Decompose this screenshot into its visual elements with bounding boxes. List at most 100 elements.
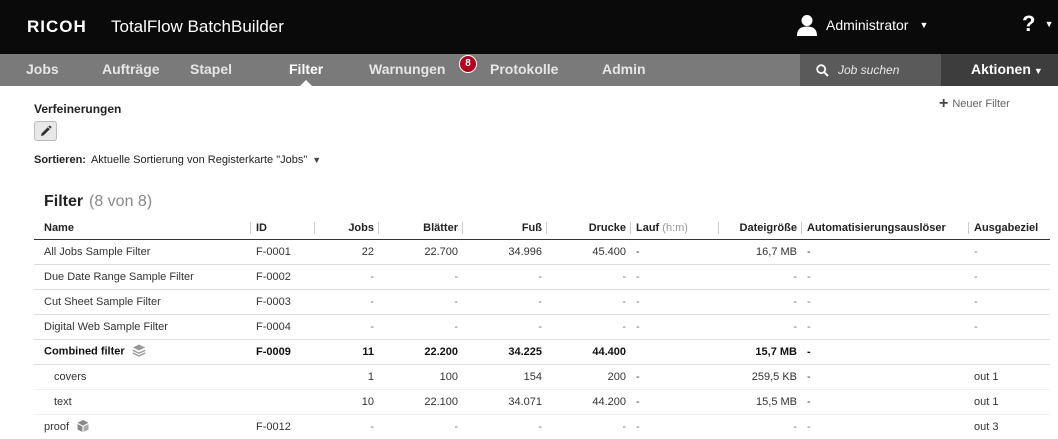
tab-label: Admin (602, 61, 646, 77)
cell-name: covers (34, 364, 251, 390)
cell-output: out 3 (969, 414, 1050, 439)
edit-refinements-button[interactable] (34, 121, 57, 141)
layers-icon (132, 344, 146, 357)
table-row[interactable]: proof F-0012 - - - - - - - out 3 (34, 414, 1050, 439)
cell-name: All Jobs Sample Filter (34, 239, 251, 265)
cell-prints: 45.400 (547, 239, 631, 265)
cell-id: F-0009 (251, 339, 315, 365)
cell-output: out 1 (969, 364, 1050, 390)
column-header-trigger[interactable]: Automatisierungsauslöser (802, 218, 969, 240)
table-row-combined[interactable]: Combined filter F-0009 11 22.200 34.225 … (34, 339, 1050, 365)
column-header-jobs[interactable]: Jobs (315, 218, 379, 240)
tab-protokolle[interactable]: Protokolle (490, 54, 558, 86)
cell-jobs: - (315, 264, 379, 290)
user-name: Administrator (826, 17, 909, 33)
cell-sheets: 22.700 (379, 239, 463, 265)
cell-id: F-0003 (251, 289, 315, 315)
cell-output: - (969, 314, 1050, 340)
search-icon[interactable] (816, 63, 829, 77)
package-icon (77, 419, 89, 432)
combined-filter-name: Combined filter (44, 345, 125, 358)
column-header-prints[interactable]: Drucke (547, 218, 631, 240)
tab-auftraege[interactable]: Aufträge (102, 54, 160, 86)
table-header-row: Name ID Jobs Blätter Fuß Drucke Lauf (h:… (34, 218, 1050, 240)
cell-trigger: - (802, 289, 969, 315)
cell-prints: 200 (547, 364, 631, 390)
cell-run (631, 339, 719, 365)
cell-id: F-0002 (251, 264, 315, 290)
help-icon: ? (1022, 11, 1036, 36)
cell-name: Due Date Range Sample Filter (34, 264, 251, 290)
cell-trigger: - (802, 264, 969, 290)
table-row-child[interactable]: covers 1 100 154 200 - 259,5 KB - out 1 (34, 364, 1050, 390)
cell-id: F-0012 (251, 414, 315, 439)
cell-sheets: 22.200 (379, 339, 463, 365)
cell-feet: 34.996 (463, 239, 547, 265)
cell-prints: 44.400 (547, 339, 631, 365)
cell-name: text (34, 389, 251, 415)
chevron-down-icon: ▼ (1033, 66, 1043, 76)
filter-count: (8 von 8) (89, 193, 153, 210)
cell-output: - (969, 289, 1050, 315)
column-header-size[interactable]: Dateigröße (719, 218, 802, 240)
new-filter-label: Neuer Filter (952, 98, 1010, 110)
cell-size: 259,5 KB (719, 364, 802, 390)
new-filter-button[interactable]: + Neuer Filter (939, 95, 1010, 112)
cell-jobs: 11 (315, 339, 379, 365)
cell-jobs: - (315, 314, 379, 340)
cell-size: 16,7 MB (719, 239, 802, 265)
plus-icon: + (939, 95, 949, 112)
run-unit: (h:m) (662, 222, 688, 235)
column-header-id[interactable]: ID (251, 218, 315, 240)
cell-size: - (719, 264, 802, 290)
job-search-input[interactable] (838, 63, 938, 77)
cell-trigger: - (802, 314, 969, 340)
cell-size: 15,5 MB (719, 389, 802, 415)
tab-label: Filter (289, 61, 324, 77)
cell-run: - (631, 314, 719, 340)
table-row[interactable]: Due Date Range Sample Filter F-0002 - - … (34, 264, 1050, 290)
table-row[interactable]: Cut Sheet Sample Filter F-0003 - - - - -… (34, 289, 1050, 315)
cell-prints: - (547, 289, 631, 315)
column-header-name[interactable]: Name (34, 218, 251, 240)
sort-value[interactable]: Aktuelle Sortierung von Registerkarte "J… (91, 154, 307, 166)
top-bar: RICOH TotalFlow BatchBuilder Administrat… (0, 0, 1058, 54)
column-header-output[interactable]: Ausgabeziel (969, 218, 1050, 240)
tab-label: Aufträge (102, 61, 160, 77)
user-icon (797, 15, 817, 36)
job-search (800, 54, 941, 86)
proof-filter-name: proof (44, 420, 70, 433)
user-menu[interactable]: Administrator ▼ (796, 14, 928, 36)
cell-trigger: - (802, 364, 969, 390)
column-header-sheets[interactable]: Blätter (379, 218, 463, 240)
cell-id: F-0001 (251, 239, 315, 265)
table-row-child[interactable]: text 10 22.100 34.071 44.200 - 15,5 MB -… (34, 389, 1050, 415)
cell-output: out 1 (969, 389, 1050, 415)
tab-warnungen[interactable]: Warnungen 8 (369, 54, 477, 86)
table-row[interactable]: Digital Web Sample Filter F-0004 - - - -… (34, 314, 1050, 340)
cell-trigger: - (802, 414, 969, 439)
cell-name: Combined filter (34, 339, 251, 365)
chevron-down-icon: ▼ (1044, 19, 1054, 29)
tab-admin[interactable]: Admin (602, 54, 646, 86)
tab-label: Stapel (190, 61, 233, 77)
cell-feet: - (463, 289, 547, 315)
chevron-down-icon[interactable]: ▼ (312, 155, 321, 165)
cell-output: - (969, 264, 1050, 290)
cell-sheets: - (379, 289, 463, 315)
cell-feet: 34.071 (463, 389, 547, 415)
cell-output (969, 339, 1050, 365)
tab-label: Warnungen (369, 61, 446, 77)
tab-jobs[interactable]: Jobs (26, 54, 59, 86)
tab-stapel[interactable]: Stapel (190, 54, 232, 86)
column-header-run[interactable]: Lauf (h:m) (631, 218, 719, 240)
cell-feet: - (463, 264, 547, 290)
column-header-feet[interactable]: Fuß (463, 218, 547, 240)
warning-count-badge: 8 (459, 55, 477, 73)
cell-size: - (719, 289, 802, 315)
table-row[interactable]: All Jobs Sample Filter F-0001 22 22.700 … (34, 239, 1050, 265)
cell-name: Digital Web Sample Filter (34, 314, 251, 340)
help-menu[interactable]: ? ▼ (1022, 11, 1054, 37)
actions-menu[interactable]: Aktionen ▼ (941, 54, 1058, 86)
tab-filter[interactable]: Filter (289, 54, 323, 86)
